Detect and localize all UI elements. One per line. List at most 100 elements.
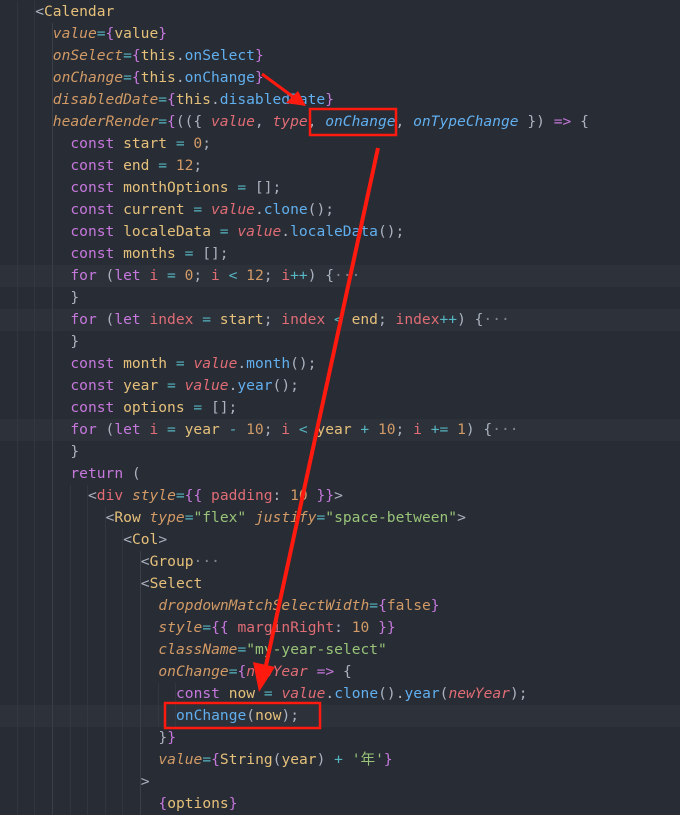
- code-token: +: [334, 751, 343, 768]
- code-line[interactable]: <Select: [0, 573, 680, 595]
- code-line[interactable]: for (let index = start; index < end; ind…: [0, 309, 680, 331]
- code-line[interactable]: for (let i = 0; i < 12; i++) {···: [0, 265, 680, 287]
- indent-guides: [0, 705, 176, 727]
- code-line[interactable]: for (let i = year - 10; i < year + 10; i…: [0, 419, 680, 441]
- code-token: type: [272, 113, 308, 130]
- code-token: return: [70, 465, 124, 482]
- code-token: {: [167, 91, 176, 108]
- code-line[interactable]: const current = value.clone();: [0, 199, 680, 221]
- code-line[interactable]: <div style={{ padding: 10 }}>: [0, 485, 680, 507]
- code-token: >: [140, 773, 150, 790]
- code-token: options: [167, 795, 229, 812]
- folded-region-ellipsis[interactable]: ···: [492, 421, 518, 438]
- code-text: const now = value.clone().year(newYear);: [176, 683, 528, 705]
- code-token: }}: [369, 619, 396, 636]
- code-token: +: [360, 421, 370, 438]
- code-line[interactable]: onSelect={this.onSelect}: [0, 45, 680, 67]
- indent-guides: [0, 287, 71, 309]
- code-token: {: [105, 25, 115, 42]
- code-line[interactable]: {options}: [0, 793, 680, 815]
- code-token: const: [70, 223, 115, 240]
- code-token: const: [176, 685, 220, 702]
- code-token: =>: [307, 663, 335, 680]
- code-token: Col: [131, 531, 159, 548]
- code-text: <div style={{ padding: 10 }}>: [88, 485, 343, 507]
- code-token: const: [70, 399, 115, 416]
- code-token: ): [316, 751, 335, 768]
- code-line[interactable]: return (: [0, 463, 680, 485]
- code-token: );: [509, 685, 528, 702]
- code-token: =: [263, 685, 273, 702]
- code-token: =>: [553, 113, 572, 130]
- code-line[interactable]: value={String(year) + '年'}: [0, 749, 680, 771]
- code-line[interactable]: }: [0, 441, 680, 463]
- code-line[interactable]: value={value}: [0, 23, 680, 45]
- code-line[interactable]: const options = [];: [0, 397, 680, 419]
- code-line[interactable]: const month = value.month();: [0, 353, 680, 375]
- code-token: =: [158, 91, 168, 108]
- code-token: localeData: [290, 223, 378, 240]
- code-token: style: [158, 619, 203, 636]
- code-token: className: [158, 641, 238, 658]
- indent-guides: [0, 155, 71, 177]
- code-token: =: [193, 201, 203, 218]
- code-token: =: [175, 355, 185, 372]
- code-token: =: [202, 619, 212, 636]
- code-line[interactable]: >: [0, 771, 680, 793]
- code-token: [];: [202, 399, 238, 416]
- code-token: monthOptions: [114, 179, 238, 196]
- code-line[interactable]: dropdownMatchSelectWidth={false}: [0, 595, 680, 617]
- code-line[interactable]: const end = 12;: [0, 155, 680, 177]
- code-line[interactable]: <Group···: [0, 551, 680, 573]
- code-line[interactable]: const monthOptions = [];: [0, 177, 680, 199]
- code-token: 0: [175, 267, 194, 284]
- code-line[interactable]: onChange(now);: [0, 705, 680, 727]
- code-line[interactable]: }: [0, 331, 680, 353]
- code-token: .: [281, 223, 291, 240]
- code-token: =: [167, 267, 176, 284]
- code-text: <Col>: [123, 529, 167, 551]
- code-editor[interactable]: <Calendar value={value} onSelect={this.onS…: [0, 1, 680, 815]
- code-token: ;: [263, 421, 282, 438]
- code-line[interactable]: const months = [];: [0, 243, 680, 265]
- code-token: =: [158, 157, 168, 174]
- code-token: month: [114, 355, 176, 372]
- code-token: justify: [246, 509, 317, 526]
- code-token: <: [334, 311, 343, 328]
- code-line[interactable]: const localeData = value.localeData();: [0, 221, 680, 243]
- code-token: =: [202, 311, 211, 328]
- code-token: disabledDate: [219, 91, 326, 108]
- code-token: <: [140, 553, 150, 570]
- code-line[interactable]: style={{ marginRight: 10 }}: [0, 617, 680, 639]
- folded-region-ellipsis[interactable]: ···: [483, 311, 509, 328]
- code-token: <: [140, 575, 150, 592]
- code-token: newYear: [246, 663, 308, 680]
- code-line[interactable]: }: [0, 287, 680, 309]
- indent-guides: [0, 485, 88, 507]
- folded-region-ellipsis[interactable]: ···: [334, 267, 360, 284]
- code-line[interactable]: <Calendar: [0, 1, 680, 23]
- code-token: const: [70, 377, 115, 394]
- code-line[interactable]: className="my-year-select": [0, 639, 680, 661]
- code-line[interactable]: }}: [0, 727, 680, 749]
- code-line[interactable]: headerRender={(({ value, type, onChange,…: [0, 111, 680, 133]
- code-token: let: [114, 267, 141, 284]
- code-line[interactable]: disabledDate={this.disabledDate}: [0, 89, 680, 111]
- indent-guides: [0, 67, 53, 89]
- code-token: index: [395, 311, 440, 328]
- code-text: const localeData = value.localeData();: [70, 221, 404, 243]
- folded-region-ellipsis[interactable]: ···: [194, 553, 220, 570]
- code-token: =: [202, 751, 212, 768]
- code-line[interactable]: onChange={this.onChange}: [0, 67, 680, 89]
- code-line[interactable]: <Row type="flex" justify="space-between"…: [0, 507, 680, 529]
- code-line[interactable]: const start = 0;: [0, 133, 680, 155]
- code-line[interactable]: const year = value.year();: [0, 375, 680, 397]
- code-text: const monthOptions = [];: [70, 177, 281, 199]
- indent-guides: [0, 771, 141, 793]
- code-line[interactable]: const now = value.clone().year(newYear);: [0, 683, 680, 705]
- code-line[interactable]: onChange={newYear => {: [0, 661, 680, 683]
- code-line[interactable]: <Col>: [0, 529, 680, 551]
- code-token: const: [70, 157, 115, 174]
- code-token: {: [237, 663, 247, 680]
